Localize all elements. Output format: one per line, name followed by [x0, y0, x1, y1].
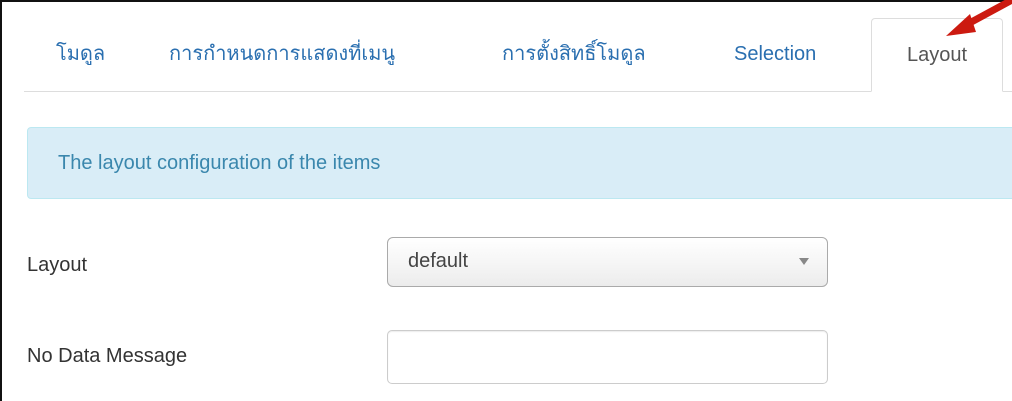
no-data-message-input[interactable]: [387, 330, 828, 384]
tab-selection[interactable]: Selection: [734, 18, 816, 91]
info-alert-text: The layout configuration of the items: [58, 152, 381, 174]
tab-module-permissions[interactable]: การตั้งสิทธิ์โมดูล: [502, 18, 646, 91]
layout-select[interactable]: default: [387, 237, 828, 287]
info-alert: The layout configuration of the items: [27, 127, 1012, 199]
red-arrow-icon: [946, 0, 1012, 36]
tab-module[interactable]: โมดูล: [56, 18, 105, 91]
no-data-message-label: No Data Message: [27, 345, 188, 367]
tab-menu-assignment[interactable]: การกำหนดการแสดงที่เมนู: [169, 18, 395, 91]
chevron-down-icon: [799, 258, 809, 265]
layout-select-value: default: [408, 250, 469, 272]
layout-label: Layout: [27, 254, 88, 276]
tab-bar: โมดูล การกำหนดการแสดงที่เมนู การตั้งสิทธ…: [24, 18, 1012, 92]
module-editor-panel: โมดูล การกำหนดการแสดงที่เมนู การตั้งสิทธ…: [0, 0, 1012, 401]
